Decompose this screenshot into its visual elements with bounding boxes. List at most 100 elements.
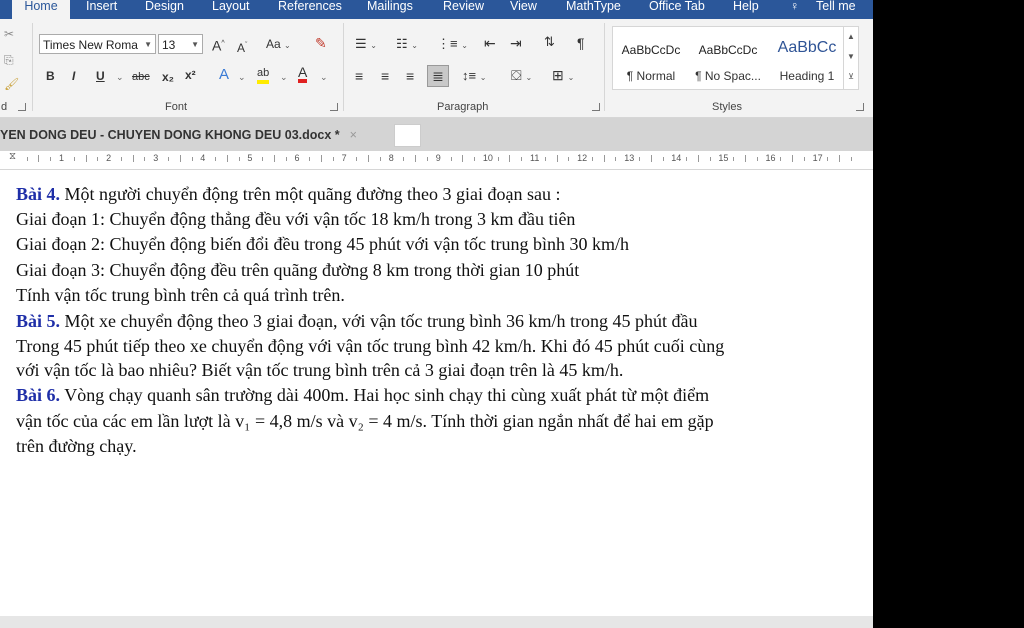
exercise-5-heading: Bài 5. Một xe chuyển động theo 3 giai đo…	[16, 310, 697, 332]
align-right-icon[interactable]: ≡	[406, 69, 414, 83]
paragraph: trên đường chạy.	[16, 436, 137, 456]
bold-button[interactable]: B	[46, 69, 55, 83]
italic-button[interactable]: I	[72, 69, 75, 83]
indent-marker-icon[interactable]: ⧖	[9, 151, 16, 162]
increase-indent-icon[interactable]: ⇥	[510, 36, 522, 50]
paragraph-group-label: Paragraph	[437, 101, 489, 113]
bullets-icon[interactable]: ☰ ⌄	[355, 37, 377, 53]
chevron-down-icon[interactable]: ⌄	[238, 70, 246, 84]
shading-icon[interactable]: ⛋ ⌄	[511, 68, 532, 85]
highlight-button[interactable]: ab	[257, 66, 270, 84]
ruler-tick	[262, 157, 264, 161]
clipboard-launcher-icon[interactable]	[18, 103, 26, 111]
font-size-combo[interactable]: 13 ▼	[158, 34, 203, 54]
ruler-number: 17	[812, 153, 823, 163]
tab-home[interactable]: Home	[12, 0, 70, 19]
separator	[343, 23, 344, 111]
lightbulb-icon[interactable]: ♀	[790, 0, 799, 19]
paragraph-text: Một người chuyển động trên một quãng đườ…	[60, 184, 561, 204]
borders-icon[interactable]: ⊞ ⌄	[552, 68, 574, 85]
ruler-tick	[497, 157, 499, 161]
ribbon-tab-bar: Home Insert Design Layout References Mai…	[0, 0, 873, 19]
shrink-font-button[interactable]: Aˇ	[237, 39, 247, 55]
word-window: Home Insert Design Layout References Mai…	[0, 0, 873, 628]
text-effects-button[interactable]: A	[219, 67, 229, 82]
status-bar	[0, 616, 873, 628]
ruler-tick	[662, 157, 664, 161]
paragraph: vận tốc của các em lần lượt là v₁ = 4,8 …	[16, 411, 714, 431]
styles-gallery: AaBbCcDc ¶ Normal AaBbCcDc ¶ No Spac... …	[612, 26, 859, 90]
sort-icon[interactable]: ⇅	[544, 35, 555, 49]
chevron-down-icon[interactable]: ⌄	[320, 70, 328, 84]
tab-mailings[interactable]: Mailings	[367, 0, 413, 19]
scroll-up-icon[interactable]: ▲	[844, 27, 858, 47]
decrease-indent-icon[interactable]: ⇤	[484, 36, 496, 50]
clipboard-group-label: d	[1, 101, 8, 113]
justify-icon[interactable]: ≣	[427, 65, 449, 87]
tab-help[interactable]: Help	[733, 0, 759, 19]
tab-view[interactable]: View	[510, 0, 537, 19]
ruler-tick	[803, 157, 805, 161]
strikethrough-button[interactable]: abc	[132, 70, 150, 84]
tab-mathtype[interactable]: MathType	[566, 0, 621, 19]
chevron-down-icon[interactable]: ⌄	[280, 70, 288, 84]
ruler-tick	[179, 155, 181, 162]
font-color-button[interactable]: A	[298, 65, 308, 83]
ruler-number: 5	[247, 153, 253, 163]
ruler-tick	[638, 157, 640, 161]
tab-references[interactable]: References	[278, 0, 342, 19]
cut-icon[interactable]: ✂	[4, 27, 14, 41]
ruler-tick	[144, 157, 146, 161]
format-painter-icon[interactable]: 🖌	[4, 77, 19, 91]
ruler-tick	[568, 157, 570, 161]
styles-launcher-icon[interactable]	[856, 103, 864, 111]
ruler-tick	[215, 157, 217, 161]
show-marks-icon[interactable]: ¶	[577, 36, 585, 50]
document-page[interactable]: Bài 4. Một người chuyển động trên một qu…	[0, 170, 873, 616]
new-tab-button[interactable]	[394, 124, 421, 147]
align-center-icon[interactable]: ≡	[381, 69, 389, 83]
scroll-down-icon[interactable]: ▼	[844, 47, 858, 67]
style-normal[interactable]: AaBbCcDc ¶ Normal	[613, 27, 689, 89]
underline-button[interactable]: U	[96, 69, 105, 83]
tab-layout[interactable]: Layout	[212, 0, 250, 19]
superscript-button[interactable]: x²	[185, 68, 196, 82]
clear-formatting-icon[interactable]: ✎	[315, 36, 327, 50]
tab-office-tab[interactable]: Office Tab	[649, 0, 705, 19]
ruler-tick	[591, 157, 593, 161]
ruler-tick	[839, 155, 841, 162]
align-left-icon[interactable]: ≡	[355, 69, 363, 83]
exercise-label: Bài 5.	[16, 311, 61, 331]
font-family-combo[interactable]: Times New Roma ▼	[39, 34, 156, 54]
line-spacing-icon[interactable]: ↕≡ ⌄	[462, 69, 486, 85]
copy-icon[interactable]: ⎘	[4, 53, 14, 67]
ruler-number: 8	[388, 153, 394, 163]
multilevel-list-icon[interactable]: ⋮≡ ⌄	[437, 37, 468, 53]
underline-dropdown-icon[interactable]: ⌄	[116, 70, 124, 84]
ruler-tick	[697, 155, 699, 162]
ruler-tick	[273, 155, 275, 162]
style-heading-1[interactable]: AaBbCc Heading 1	[769, 27, 845, 89]
tell-me-box[interactable]: Tell me	[816, 0, 856, 19]
ruler-tick	[26, 157, 28, 161]
ruler-tick	[756, 157, 758, 161]
close-icon[interactable]: ×	[350, 128, 357, 142]
grow-font-button[interactable]: A^	[212, 37, 225, 53]
ruler-tick	[332, 157, 334, 161]
tab-insert[interactable]: Insert	[86, 0, 117, 19]
ruler-number: 12	[577, 153, 588, 163]
style-no-spacing[interactable]: AaBbCcDc ¶ No Spac...	[690, 27, 766, 89]
tab-review[interactable]: Review	[443, 0, 484, 19]
paragraph-launcher-icon[interactable]	[592, 103, 600, 111]
tab-design[interactable]: Design	[145, 0, 184, 19]
horizontal-ruler[interactable]: 1 2 3 4 5 6 7 8 9 10 11 12 13 14 15 16 17 ⧖	[0, 151, 873, 170]
more-styles-icon[interactable]: ⊻	[844, 67, 858, 87]
style-sample: AaBbCcDc	[698, 43, 758, 57]
numbering-icon[interactable]: ☷ ⌄	[396, 37, 418, 53]
document-tab[interactable]: YEN DONG DEU - CHUYEN DONG KHONG DEU 03.…	[0, 124, 363, 146]
ruler-tick	[474, 157, 476, 161]
font-launcher-icon[interactable]	[330, 103, 338, 111]
exercise-4-heading: Bài 4. Một người chuyển động trên một qu…	[16, 183, 561, 205]
subscript-button[interactable]: x₂	[162, 70, 174, 84]
change-case-button[interactable]: Aa ⌄	[266, 37, 291, 53]
